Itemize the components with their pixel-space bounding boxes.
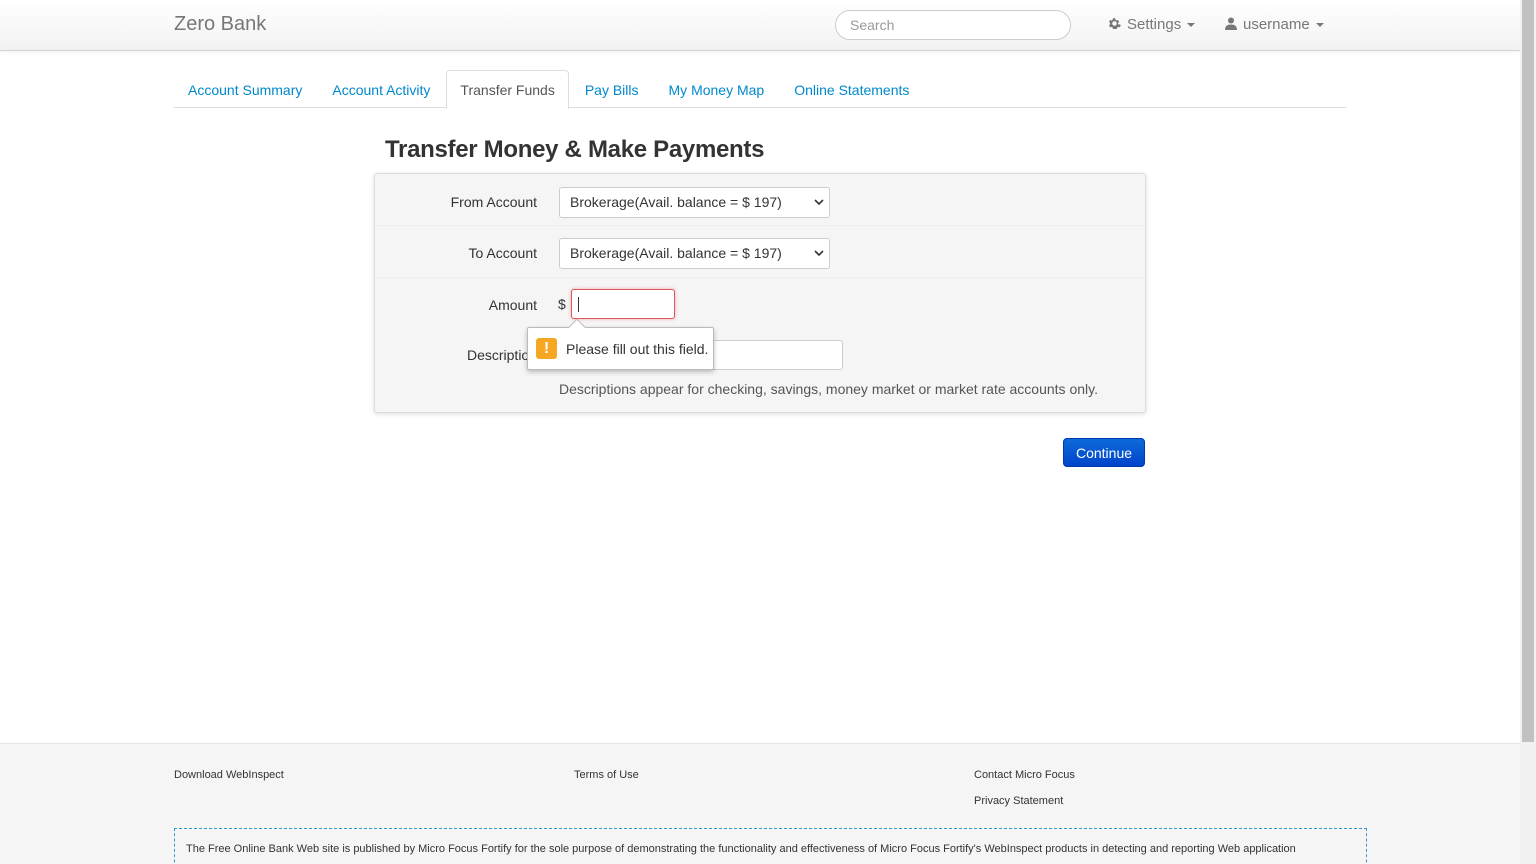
text-cursor xyxy=(578,297,579,312)
gear-icon xyxy=(1108,17,1121,33)
username-label: username xyxy=(1243,16,1310,33)
to-account-label: To Account xyxy=(468,245,538,261)
chevron-down-icon xyxy=(814,199,824,206)
contact-link[interactable]: Contact Micro Focus xyxy=(974,769,1075,781)
page-scrollbar[interactable] xyxy=(1520,0,1536,864)
warning-icon: ! xyxy=(536,338,557,359)
disclaimer-text: The Free Online Bank Web site is publish… xyxy=(186,843,1296,855)
terms-of-use-link[interactable]: Terms of Use xyxy=(574,769,639,781)
user-dropdown[interactable]: username xyxy=(1225,16,1324,33)
search-input[interactable] xyxy=(835,10,1071,40)
to-account-row: To Account Brokerage(Avail. balance = $ … xyxy=(377,226,1143,278)
main-tabs: Account Summary Account Activity Transfe… xyxy=(174,70,1346,109)
brand-logo[interactable]: Zero Bank xyxy=(174,13,266,36)
privacy-statement-link[interactable]: Privacy Statement xyxy=(974,795,1063,807)
download-webinspect-link[interactable]: Download WebInspect xyxy=(174,769,284,781)
from-account-select[interactable]: Brokerage(Avail. balance = $ 197) xyxy=(559,187,830,218)
page-title: Transfer Money & Make Payments xyxy=(385,136,765,163)
continue-button[interactable]: Continue xyxy=(1063,438,1145,467)
tab-online-statements[interactable]: Online Statements xyxy=(780,70,923,108)
top-navbar: Zero Bank Settings username xyxy=(0,0,1520,51)
transfer-form: From Account Brokerage(Avail. balance = … xyxy=(374,173,1146,413)
currency-symbol: $ xyxy=(558,296,566,312)
tab-account-activity[interactable]: Account Activity xyxy=(318,70,444,108)
to-account-value: Brokerage(Avail. balance = $ 197) xyxy=(570,245,782,261)
caret-down-icon xyxy=(1187,23,1196,27)
user-icon xyxy=(1225,17,1237,33)
tab-pay-bills[interactable]: Pay Bills xyxy=(571,70,653,108)
footer: Download WebInspect Terms of Use Contact… xyxy=(0,743,1520,864)
description-help-text: Descriptions appear for checking, saving… xyxy=(559,381,1098,397)
amount-row: Amount $ xyxy=(377,278,1143,328)
from-account-label: From Account xyxy=(450,194,537,210)
from-account-row: From Account Brokerage(Avail. balance = … xyxy=(377,175,1143,226)
validation-tooltip: ! Please fill out this field. xyxy=(527,318,714,370)
amount-label: Amount xyxy=(488,297,537,313)
tab-my-money-map[interactable]: My Money Map xyxy=(655,70,779,108)
validation-message: Please fill out this field. xyxy=(566,340,709,357)
from-account-value: Brokerage(Avail. balance = $ 197) xyxy=(570,194,782,210)
caret-down-icon xyxy=(1315,23,1324,27)
scrollbar-thumb[interactable] xyxy=(1522,0,1534,742)
tab-account-summary[interactable]: Account Summary xyxy=(174,70,316,108)
amount-input[interactable] xyxy=(571,289,675,319)
settings-dropdown[interactable]: Settings xyxy=(1108,16,1196,33)
to-account-select[interactable]: Brokerage(Avail. balance = $ 197) xyxy=(559,238,830,269)
disclaimer-box: The Free Online Bank Web site is publish… xyxy=(174,828,1367,864)
description-row: Description Descriptions appear for chec… xyxy=(377,328,1143,410)
tab-transfer-funds[interactable]: Transfer Funds xyxy=(446,70,569,109)
settings-label: Settings xyxy=(1127,16,1182,33)
chevron-down-icon xyxy=(814,250,824,257)
